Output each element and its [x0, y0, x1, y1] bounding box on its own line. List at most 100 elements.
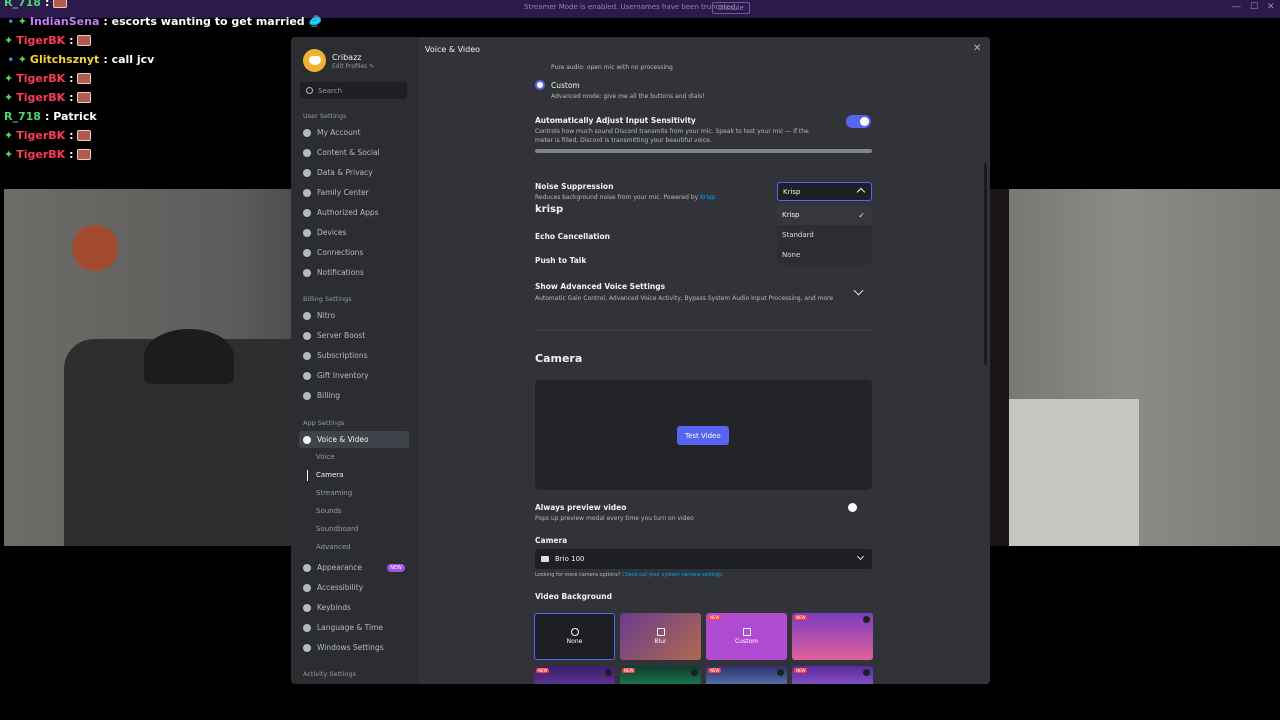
billing-settings-header: Billing Settings [303, 295, 352, 303]
minimize-icon[interactable]: — [1232, 2, 1241, 12]
sidebar-sub-soundboard[interactable]: Soundboard [316, 525, 358, 533]
none-icon [570, 628, 579, 636]
sidebar-item-content-social[interactable]: Content & Social [299, 144, 409, 161]
sidebar-item-subscriptions[interactable]: Subscriptions [299, 347, 409, 364]
camera-settings-link[interactable]: Check out your system camera settings. [622, 572, 723, 578]
chat-message: call jcv [111, 53, 155, 66]
custom-radio[interactable] [535, 80, 545, 90]
option-label: Krisp [782, 211, 800, 219]
sidebar-item-authorized-apps[interactable]: Authorized Apps [299, 204, 409, 221]
sidebar-item-data-privacy[interactable]: Data & Privacy [299, 164, 409, 181]
bg-tile-custom[interactable]: NEW Custom [706, 613, 787, 660]
chat-username: TigerBK [16, 72, 66, 85]
sidebar-item-connections[interactable]: Connections [299, 244, 409, 261]
sidebar-item-gift-inventory[interactable]: Gift Inventory [299, 367, 409, 384]
emote-icon [77, 35, 92, 46]
subscriptions-icon [303, 351, 311, 360]
profile-card[interactable]: Cribazz Edit Profiles ✎ [303, 49, 374, 72]
streamer-disable-button[interactable]: Disable [712, 2, 750, 14]
option-label: Standard [782, 231, 814, 239]
sidebar-item-label: Voice & Video [317, 435, 369, 444]
noise-option-standard[interactable]: Standard [777, 225, 872, 245]
sidebar-item-label: My Account [317, 128, 361, 137]
check-icon: ✓ [858, 210, 865, 220]
chat-message: Patrick [53, 110, 97, 123]
krisp-link[interactable]: Krisp. [700, 194, 717, 201]
sidebar-item-keybinds[interactable]: Keybinds [299, 599, 409, 616]
settings-modal: Cribazz Edit Profiles ✎ Search User Sett… [291, 37, 990, 684]
noise-suppression-select[interactable]: Krisp [777, 182, 872, 201]
noise-suppression-menu: Krisp ✓ Standard None [777, 205, 872, 265]
chat-line: R_718 : [4, 0, 294, 12]
wall-panel-image [989, 399, 1139, 546]
camera-select-label: Camera [535, 536, 568, 545]
sidebar-item-billing[interactable]: Billing [299, 387, 409, 404]
settings-content: Voice & Video ✕ Pure audio: open mic wit… [419, 37, 990, 684]
bg-tile-scene[interactable]: NEW [706, 666, 787, 684]
badge-icon: ✦ [4, 72, 14, 85]
sidebar-item-notifications[interactable]: Notifications [299, 264, 409, 281]
close-window-icon[interactable]: ✕ [1267, 2, 1275, 12]
auto-sensitivity-toggle[interactable] [846, 115, 871, 128]
noise-option-none[interactable]: None [777, 245, 872, 265]
play-icon [863, 669, 870, 676]
sidebar-item-label: Subscriptions [317, 351, 368, 360]
chevron-down-icon[interactable] [853, 285, 864, 296]
sidebar-item-appearance[interactable]: Appearance NEW [299, 559, 409, 576]
search-input[interactable]: Search [300, 82, 407, 99]
sidebar-sub-camera[interactable]: Camera [316, 471, 343, 479]
camera-help-label: Looking for more camera options? [535, 572, 621, 578]
chat-username: TigerBK [16, 129, 66, 142]
emote-icon [77, 92, 92, 103]
always-preview-toggle[interactable] [846, 501, 871, 514]
bg-tile-scene[interactable]: NEW [620, 666, 701, 684]
sidebar-item-accessibility[interactable]: Accessibility [299, 579, 409, 596]
custom-label: Custom [551, 81, 580, 90]
edit-profiles-link[interactable]: Edit Profiles ✎ [332, 63, 374, 70]
close-icon[interactable]: ✕ [973, 43, 981, 54]
chat-line: ✦ TigerBK : [4, 31, 294, 50]
sidebar-sub-sounds[interactable]: Sounds [316, 507, 342, 515]
cap-image [144, 329, 234, 384]
content-icon [303, 148, 311, 157]
bg-tile-blur[interactable]: Blur [620, 613, 701, 660]
blur-icon [656, 628, 665, 636]
content-scrollbar[interactable] [984, 163, 987, 365]
sidebar-item-language-time[interactable]: Language & Time [299, 619, 409, 636]
noise-option-krisp[interactable]: Krisp ✓ [777, 205, 872, 225]
bg-tile-scene[interactable]: NEW [534, 666, 615, 684]
input-meter-fill [535, 149, 872, 153]
sidebar-item-server-boost[interactable]: Server Boost [299, 327, 409, 344]
windows-icon [303, 643, 311, 652]
chat-separator: : [69, 34, 74, 47]
play-icon [863, 616, 870, 623]
sidebar-item-voice-video[interactable]: Voice & Video [299, 431, 409, 448]
sidebar-item-windows-settings[interactable]: Windows Settings [299, 639, 409, 656]
chevron-down-icon [856, 552, 865, 561]
sidebar-item-label: Language & Time [317, 623, 383, 632]
sidebar-item-label: Appearance [317, 563, 363, 572]
new-badge: NEW [536, 668, 550, 673]
page-title: Voice & Video [425, 45, 481, 54]
sidebar-item-devices[interactable]: Devices [299, 224, 409, 241]
sidebar-item-my-account[interactable]: My Account [299, 124, 409, 141]
sidebar-sub-advanced[interactable]: Advanced [316, 543, 351, 551]
family-icon [303, 188, 311, 197]
camera-select[interactable]: Brio 100 [535, 549, 872, 569]
chat-separator: : [69, 72, 74, 85]
badge-icon: ✦ [4, 34, 14, 47]
accessibility-icon [303, 583, 311, 592]
maximize-icon[interactable]: ☐ [1250, 2, 1258, 12]
sidebar-item-family-center[interactable]: Family Center [299, 184, 409, 201]
bg-tile-none[interactable]: None [534, 613, 615, 660]
sidebar-sub-voice[interactable]: Voice [316, 453, 335, 461]
emote-icon [53, 0, 68, 8]
bg-tile-scene[interactable]: NEW [792, 613, 873, 660]
play-icon [691, 669, 698, 676]
sidebar-sub-streaming[interactable]: Streaming [316, 489, 352, 497]
sidebar-item-nitro[interactable]: Nitro [299, 307, 409, 324]
chat-separator: : [69, 148, 74, 161]
bg-tile-scene[interactable]: NEW [792, 666, 873, 684]
bg-tile-label: Blur [654, 638, 667, 645]
test-video-button[interactable]: Test Video [677, 426, 729, 445]
